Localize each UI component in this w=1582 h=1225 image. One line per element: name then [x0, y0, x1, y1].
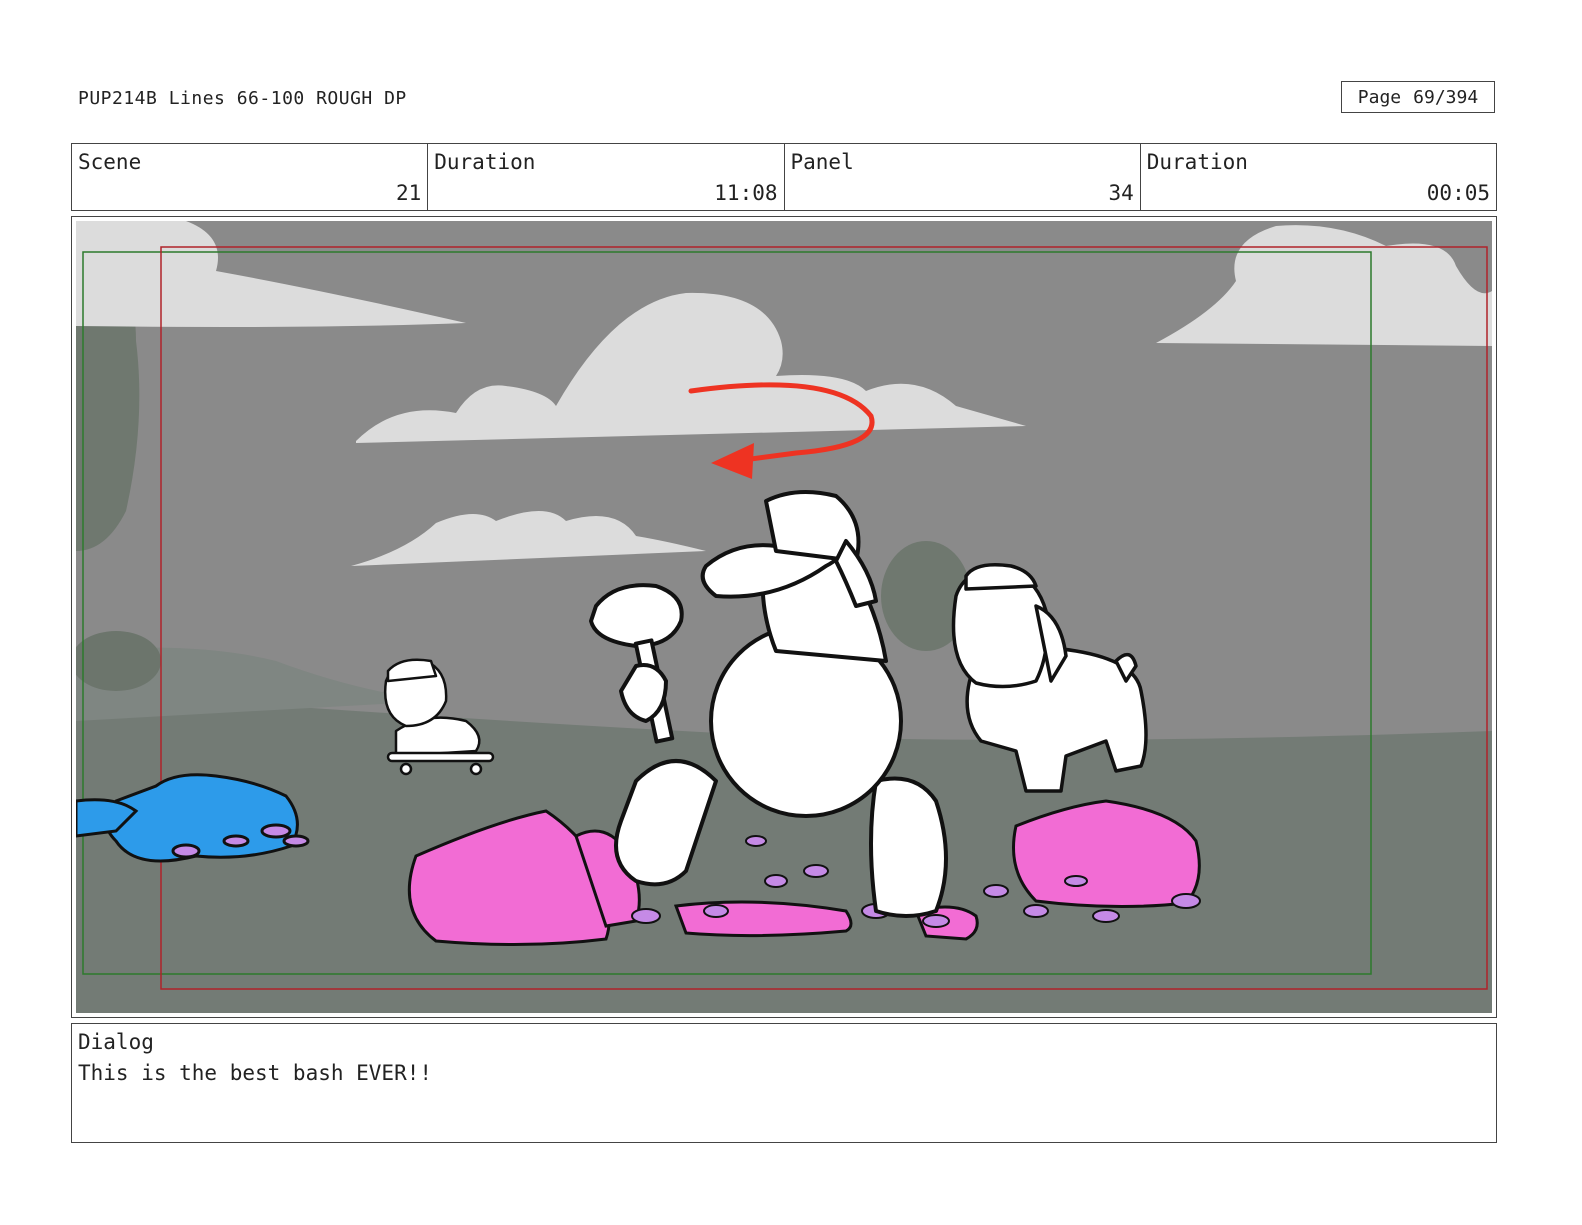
scene-duration-label: Duration — [434, 150, 536, 174]
page-number: 69/394 — [1413, 86, 1479, 108]
panel-info-row: Scene 21 Duration 11:08 Panel 34 Duratio… — [71, 143, 1497, 211]
panel-cell: Panel 34 — [785, 144, 1141, 210]
scene-cell: Scene 21 — [72, 144, 429, 210]
panel-label: Panel — [790, 150, 854, 174]
scene-duration-cell: Duration 11:08 — [428, 144, 785, 210]
panel-duration-label: Duration — [1146, 150, 1248, 174]
dialog-box: Dialog This is the best bash EVER!! — [71, 1023, 1497, 1143]
page-indicator: Page 69/394 — [1341, 81, 1495, 113]
dialog-text: This is the best bash EVER!! — [78, 1061, 433, 1085]
scene-value: 21 — [395, 181, 422, 205]
dialog-label: Dialog — [78, 1030, 154, 1054]
panel-duration-value: 00:05 — [1426, 181, 1490, 205]
panel-value: 34 — [1108, 181, 1134, 205]
storyboard-title: PUP214B Lines 66-100 ROUGH DP — [78, 88, 407, 109]
panel-duration-cell: Duration 00:05 — [1141, 144, 1496, 210]
storyboard-panel — [71, 216, 1497, 1018]
scene-duration-value: 11:08 — [714, 181, 778, 205]
panel-artwork — [76, 221, 1492, 1013]
scene-label: Scene — [78, 150, 142, 174]
page-label: Page — [1357, 86, 1402, 108]
